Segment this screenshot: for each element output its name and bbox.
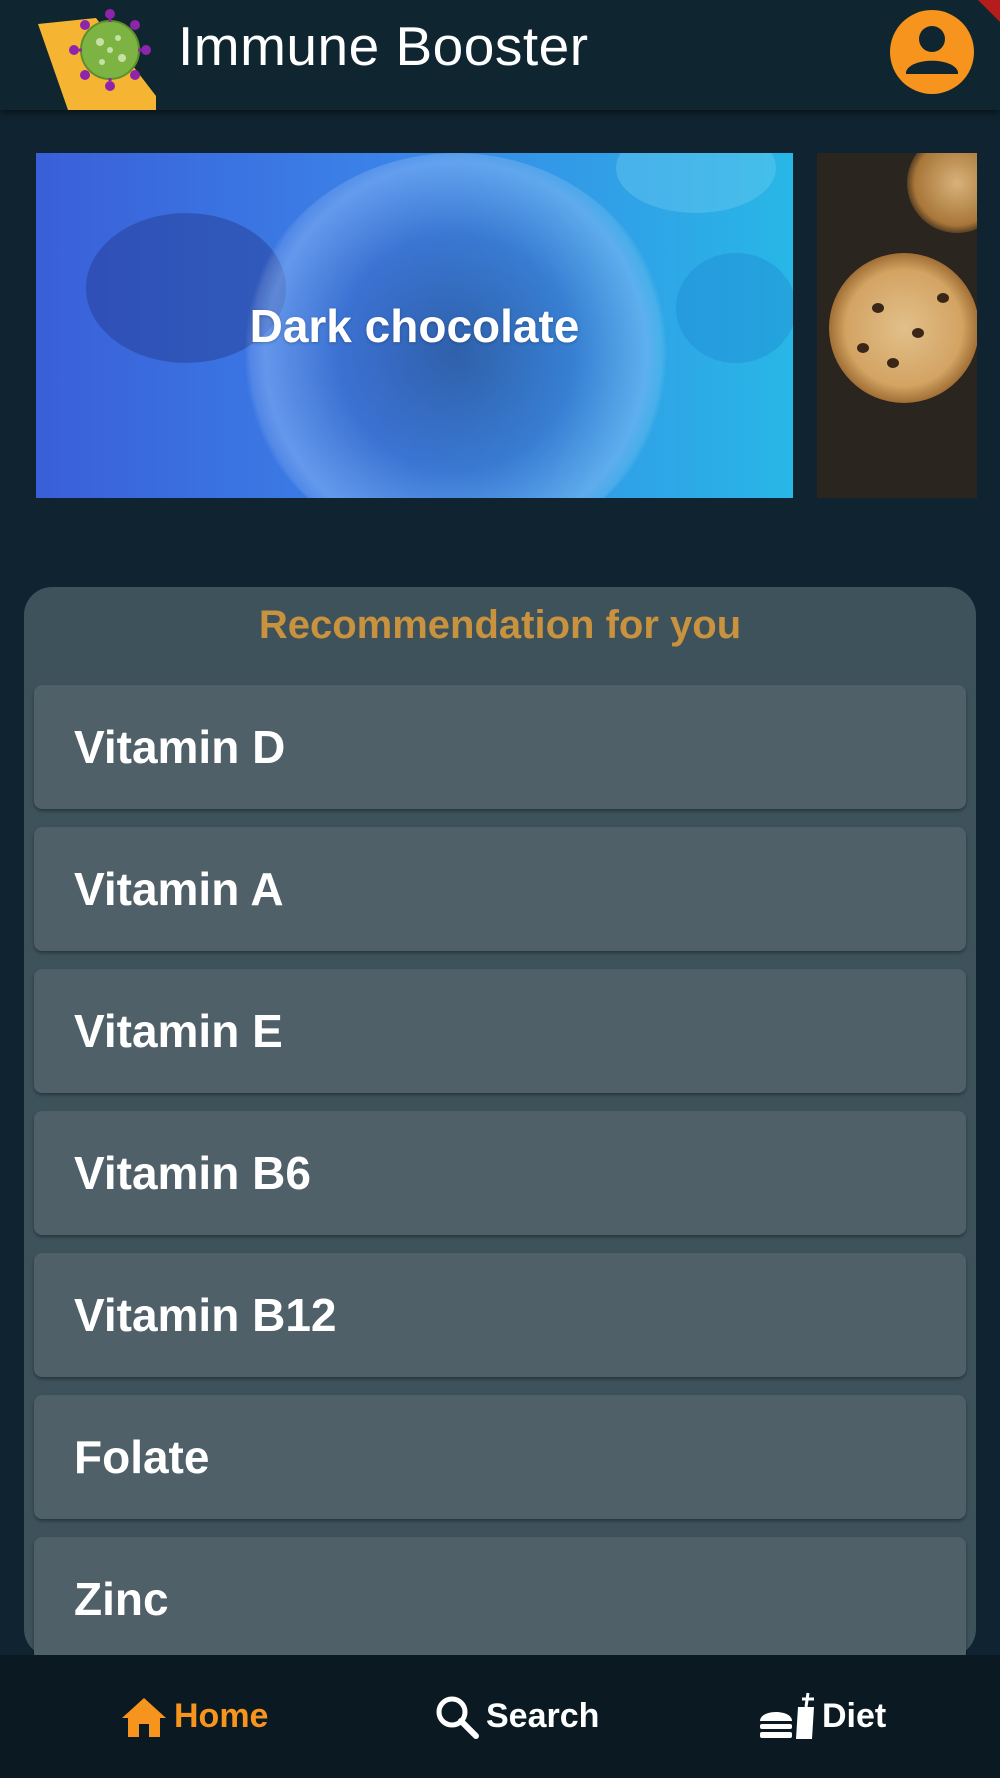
recommendation-item-label: Vitamin A	[74, 863, 284, 915]
cookie-image	[829, 253, 977, 403]
recommendation-item-label: Vitamin D	[74, 721, 286, 773]
nav-diet[interactable]: Diet	[758, 1655, 886, 1778]
cookie-image	[907, 153, 977, 233]
carousel-card-label: Dark chocolate	[249, 299, 580, 352]
recommendation-item-label: Zinc	[74, 1573, 169, 1625]
debug-banner-corner	[978, 0, 1000, 22]
nav-diet-label: Diet	[822, 1697, 887, 1735]
cookie-chip	[857, 343, 869, 353]
recommendation-panel: Recommendation for you Vitamin D Vitamin…	[24, 587, 976, 1661]
food-carousel[interactable]: Dark chocolate	[0, 153, 1000, 499]
recommendation-item-label: Vitamin B6	[74, 1147, 311, 1199]
recommendation-item[interactable]: Vitamin D	[34, 685, 966, 809]
profile-button[interactable]	[890, 10, 974, 94]
recommendation-item[interactable]: Vitamin B6	[34, 1111, 966, 1235]
nav-home-label: Home	[174, 1697, 269, 1735]
recommendation-item-label: Folate	[74, 1431, 210, 1483]
recommendation-item-label: Vitamin B12	[74, 1289, 337, 1341]
recommendation-item[interactable]: Folate	[34, 1395, 966, 1519]
carousel-card-next[interactable]	[817, 153, 977, 498]
recommendation-item[interactable]: Zinc	[34, 1537, 966, 1661]
nav-search[interactable]: Search	[434, 1655, 599, 1778]
diet-icon	[760, 1692, 814, 1739]
cookie-chip	[937, 293, 949, 303]
cookie-chip	[912, 328, 924, 338]
home-icon	[122, 1697, 166, 1737]
recommendation-item[interactable]: Vitamin B12	[34, 1253, 966, 1377]
account-circle-icon	[906, 26, 958, 74]
recommendation-item[interactable]: Vitamin E	[34, 969, 966, 1093]
cookie-chip	[887, 358, 899, 368]
nav-home[interactable]: Home	[120, 1655, 268, 1778]
bottom-navigation: Home Search Diet	[0, 1655, 1000, 1778]
carousel-card-dark-chocolate[interactable]: Dark chocolate	[36, 153, 793, 498]
virus-logo-icon	[38, 9, 156, 110]
recommendation-item-label: Vitamin E	[74, 1005, 283, 1057]
recommendation-title: Recommendation for you	[258, 603, 742, 647]
search-icon	[436, 1696, 479, 1739]
app-title: Immune Booster	[178, 15, 589, 77]
app-bar: Immune Booster	[0, 0, 1000, 110]
recommendation-item[interactable]: Vitamin A	[34, 827, 966, 951]
cookie-chip	[872, 303, 884, 313]
nav-search-label: Search	[486, 1697, 600, 1735]
